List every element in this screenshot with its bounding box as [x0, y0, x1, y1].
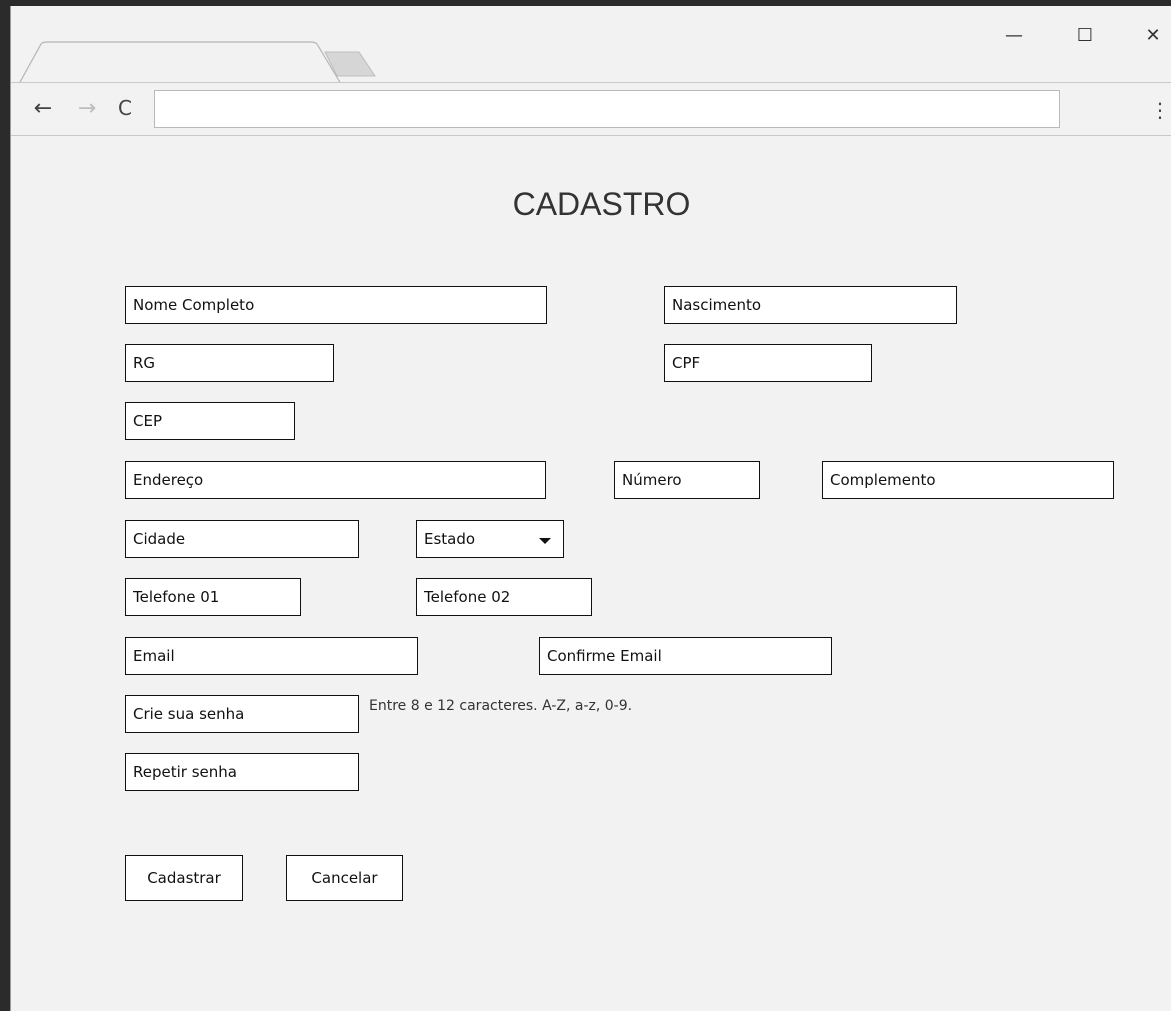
confirm-email-input[interactable]	[539, 637, 832, 675]
address-input[interactable]	[125, 461, 546, 499]
browser-window: — ☐ ✕ ← → C ⋮ CADASTRO Estado Entre 8 e …	[10, 6, 1171, 1011]
state-select-label: Estado	[424, 530, 476, 548]
kebab-menu-icon[interactable]: ⋮	[1150, 96, 1170, 124]
page-title: CADASTRO	[512, 186, 691, 222]
cpf-input[interactable]	[664, 344, 872, 382]
close-icon[interactable]: ✕	[1133, 20, 1171, 50]
tab-active[interactable]	[19, 40, 359, 84]
email-input[interactable]	[125, 637, 418, 675]
maximize-icon[interactable]: ☐	[1065, 20, 1105, 50]
phone1-input[interactable]	[125, 578, 301, 616]
tab-new[interactable]	[323, 50, 379, 78]
birthdate-input[interactable]	[664, 286, 957, 324]
number-input[interactable]	[614, 461, 760, 499]
back-arrow-icon[interactable]: ←	[29, 94, 57, 122]
submit-button[interactable]: Cadastrar	[125, 855, 243, 901]
address-bar[interactable]	[154, 90, 1060, 128]
forward-arrow-icon[interactable]: →	[73, 94, 101, 122]
password-input[interactable]	[125, 695, 359, 733]
minimize-icon[interactable]: —	[994, 20, 1034, 50]
cep-input[interactable]	[125, 402, 295, 440]
state-select[interactable]: Estado	[416, 520, 564, 558]
chevron-down-icon	[539, 538, 551, 544]
repeat-password-input[interactable]	[125, 753, 359, 791]
page-content: CADASTRO Estado Entre 8 e 12 caracteres.…	[11, 136, 1171, 1011]
title-bar: — ☐ ✕	[11, 6, 1171, 84]
reload-icon[interactable]: C	[111, 94, 139, 122]
complement-input[interactable]	[822, 461, 1114, 499]
city-input[interactable]	[125, 520, 359, 558]
cancel-button[interactable]: Cancelar	[286, 855, 403, 901]
phone2-input[interactable]	[416, 578, 592, 616]
full-name-input[interactable]	[125, 286, 547, 324]
password-hint: Entre 8 e 12 caracteres. A-Z, a-z, 0-9.	[369, 698, 633, 714]
rg-input[interactable]	[125, 344, 334, 382]
